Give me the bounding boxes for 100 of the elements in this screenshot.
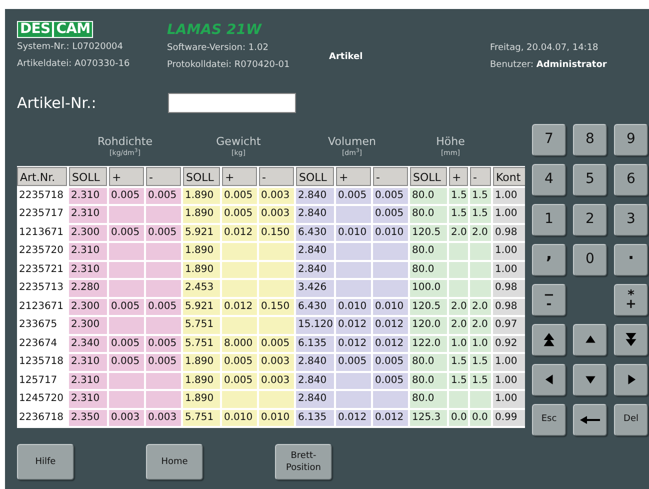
- up-key[interactable]: [573, 324, 607, 356]
- article-number-field[interactable]: [168, 93, 296, 114]
- table-cell: 1.5: [470, 188, 491, 204]
- table-cell: 80.0: [410, 354, 447, 370]
- info-text: Software-Version: 1.02: [167, 42, 270, 55]
- table-cell: 0.99: [493, 410, 525, 426]
- table-cell: 1.00: [493, 243, 525, 260]
- table-cell: 5.751: [183, 317, 220, 334]
- keypad-key[interactable]: 3: [614, 204, 648, 236]
- table-cell: 0.005: [146, 298, 181, 315]
- table-cell: 2.340: [69, 336, 107, 352]
- table-cell: 1.5: [449, 188, 468, 204]
- table-cell: 2.310: [69, 206, 107, 222]
- table-cell: 1.00: [493, 206, 525, 222]
- table-cell: 0.005: [373, 206, 408, 222]
- table-cell: 2.310: [69, 262, 107, 278]
- backspace-key[interactable]: [573, 404, 607, 436]
- user-text: Benutzer: Administrator: [490, 58, 607, 72]
- table-cell: 0.003: [259, 188, 294, 204]
- keypad-key[interactable]: Esc: [532, 404, 566, 436]
- table-cell: 0.003: [109, 410, 144, 426]
- table-cell: 80.0: [410, 206, 447, 222]
- table-cell: 2.0: [449, 317, 468, 334]
- table-cell: 1.00: [493, 354, 525, 370]
- column-header: Kont: [493, 166, 525, 186]
- table-cell: 0.005: [109, 224, 144, 241]
- table-cell: 0.005: [146, 336, 181, 352]
- table-cell: 80.0: [410, 188, 447, 204]
- table-cell: 0.98: [493, 280, 525, 296]
- sign-key[interactable]: − -: [532, 284, 566, 316]
- logo-text: DES: [18, 22, 52, 37]
- group-title: Rohdichte: [98, 136, 152, 148]
- table-cell: 120.0: [410, 317, 447, 334]
- page-up-key[interactable]: [532, 324, 566, 356]
- keypad-key[interactable]: 2: [573, 204, 607, 236]
- table-cell: 2.310: [69, 372, 107, 389]
- table-cell: 2.310: [69, 243, 107, 260]
- table-cell: 0.005: [109, 336, 144, 352]
- table-cell: 2.0: [470, 224, 491, 241]
- info-text: Protokolldatei: R070420-01: [167, 58, 291, 72]
- table-cell: 0.005: [336, 188, 371, 204]
- keypad-key[interactable]: 7: [532, 124, 566, 156]
- keypad-key[interactable]: 4: [532, 164, 566, 196]
- keypad-key[interactable]: 8: [573, 124, 607, 156]
- date-time: Freitag, 20.04.07, 14:18: [490, 42, 600, 55]
- column-header: +: [222, 166, 257, 186]
- table-cell: 0.005: [109, 188, 144, 204]
- keypad-key[interactable]: 5: [573, 164, 607, 196]
- table-cell: 0.005: [222, 372, 257, 389]
- table-cell: 2.310: [69, 188, 107, 204]
- keypad-key[interactable]: .: [614, 244, 648, 276]
- key-symbol: -: [546, 300, 552, 308]
- table-cell: 1.0: [470, 336, 491, 352]
- table-cell: 0.005: [373, 372, 408, 389]
- keypad-key[interactable]: 1: [532, 204, 566, 236]
- table-cell: 80.0: [410, 372, 447, 389]
- table-cell: 122.0: [410, 336, 447, 352]
- table-cell: 2.0: [470, 298, 491, 315]
- left-key[interactable]: [532, 364, 566, 396]
- table-cell: 0.010: [222, 410, 257, 426]
- keypad-key[interactable]: 9: [614, 124, 648, 156]
- keypad-key[interactable]: ,: [532, 244, 566, 276]
- table-cell: 2.300: [69, 224, 107, 241]
- footer-button[interactable]: Brett-Position: [275, 444, 332, 480]
- table-cell: 15.120: [296, 317, 334, 334]
- table-cell: 0.005: [146, 354, 181, 370]
- table-cell: 0.003: [259, 372, 294, 389]
- sign-key[interactable]: * +: [614, 284, 648, 316]
- table-cell: 2.840: [296, 354, 334, 370]
- table-cell: 2.840: [296, 188, 334, 204]
- table-cell: 80.0: [410, 391, 447, 408]
- table-cell: 5.751: [183, 336, 220, 352]
- page-down-key[interactable]: [614, 324, 648, 356]
- table-cell: 1.890: [183, 372, 220, 389]
- table-cell: 0.012: [336, 410, 371, 426]
- table-cell: 6.135: [296, 336, 334, 352]
- table-cell: 1.890: [183, 391, 220, 408]
- table-cell: 1.5: [449, 372, 468, 389]
- table-cell: 1.00: [493, 372, 525, 389]
- footer-button[interactable]: Home: [146, 444, 203, 480]
- right-key[interactable]: [614, 364, 648, 396]
- key-symbol: *: [628, 290, 634, 300]
- table-cell: 2.840: [296, 243, 334, 260]
- down-key[interactable]: [573, 364, 607, 396]
- table-cell: 0.98: [493, 224, 525, 241]
- table-cell: 5.751: [183, 410, 220, 426]
- keypad-key[interactable]: 0: [573, 244, 607, 276]
- table-cell: 3.426: [296, 280, 334, 296]
- field-label: Artikel-Nr.:: [17, 93, 98, 114]
- table-cell: 0.003: [146, 410, 181, 426]
- keypad-key[interactable]: 6: [614, 164, 648, 196]
- table-cell: 0.0: [470, 410, 491, 426]
- keypad-key[interactable]: Del: [614, 404, 648, 436]
- table-cell: 2.840: [296, 206, 334, 222]
- group-title: Höhe: [436, 136, 465, 148]
- footer-button[interactable]: Hilfe: [17, 444, 74, 480]
- table-cell: 0.150: [259, 298, 294, 315]
- table-cell: 0.0: [449, 410, 468, 426]
- table-cell: 1.5: [470, 354, 491, 370]
- column-header: -: [146, 166, 181, 186]
